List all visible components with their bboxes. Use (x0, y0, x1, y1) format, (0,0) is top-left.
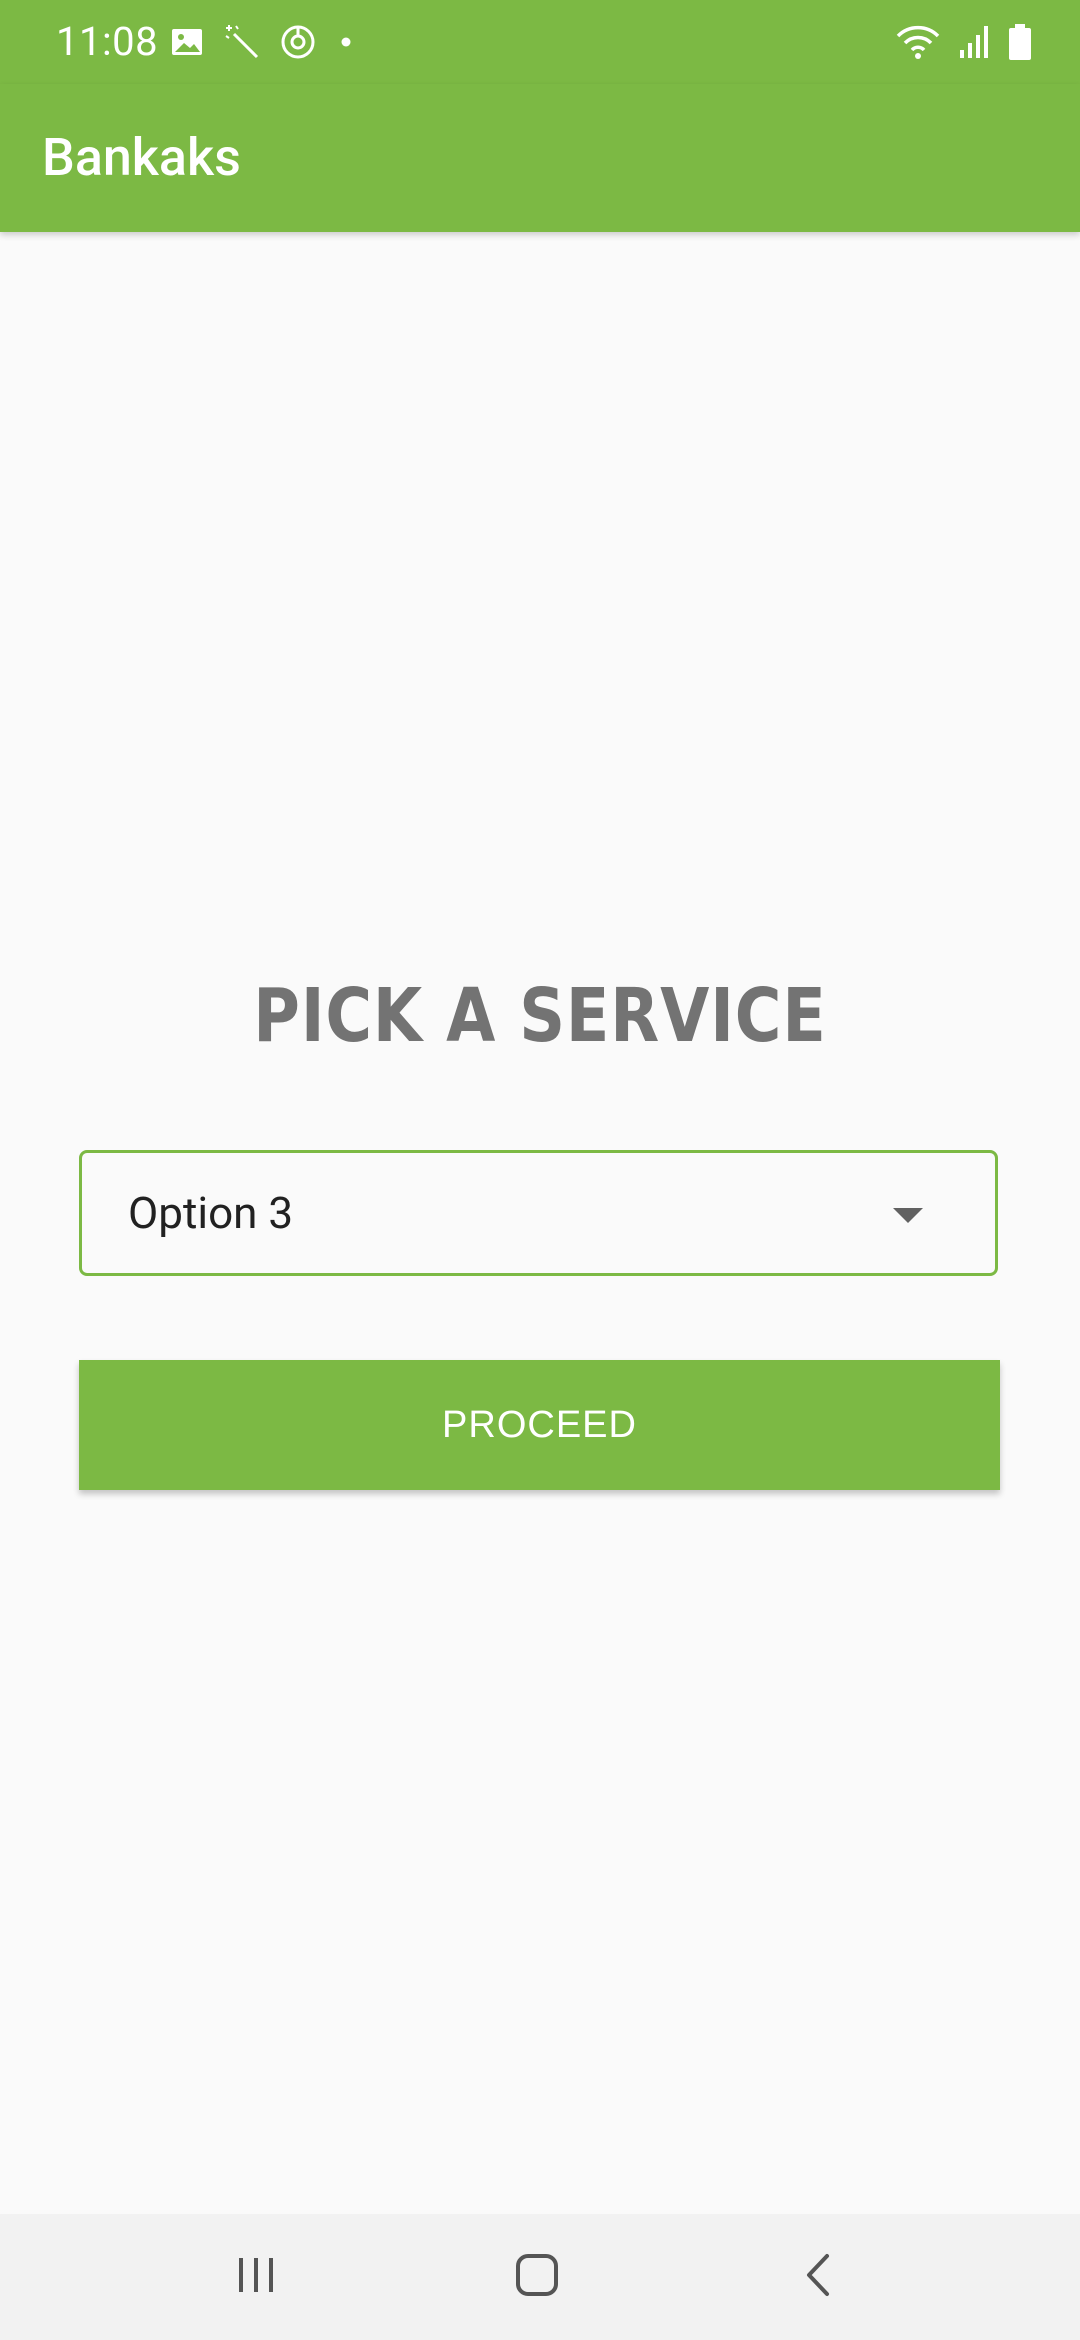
service-dropdown[interactable]: Option 3 (79, 1150, 998, 1276)
app-bar: Bankaks (0, 84, 1080, 232)
navigation-bar (0, 2214, 1080, 2340)
image-icon (170, 25, 204, 63)
status-icons-left (170, 22, 356, 66)
home-icon (514, 2252, 560, 2302)
chevron-down-icon (893, 1208, 923, 1223)
status-bar: 11:08 (0, 0, 1080, 84)
magic-wand-icon (224, 24, 260, 64)
home-button[interactable] (457, 2214, 617, 2340)
back-icon (803, 2252, 833, 2302)
dropdown-selected-value: Option 3 (128, 1187, 294, 1239)
wifi-icon (896, 24, 940, 64)
status-time: 11:08 (56, 18, 159, 65)
app-title: Bankaks (42, 127, 241, 188)
signal-icon (958, 24, 990, 64)
recent-apps-icon (234, 2255, 278, 2299)
proceed-button[interactable]: PROCEED (79, 1360, 1000, 1490)
recent-apps-button[interactable] (176, 2214, 336, 2340)
battery-icon (1008, 23, 1032, 65)
back-button[interactable] (738, 2214, 898, 2340)
status-icons-right (896, 22, 1032, 66)
dot-icon (336, 24, 356, 64)
target-icon (280, 24, 316, 64)
page-title: PICK A SERVICE (253, 973, 827, 1059)
